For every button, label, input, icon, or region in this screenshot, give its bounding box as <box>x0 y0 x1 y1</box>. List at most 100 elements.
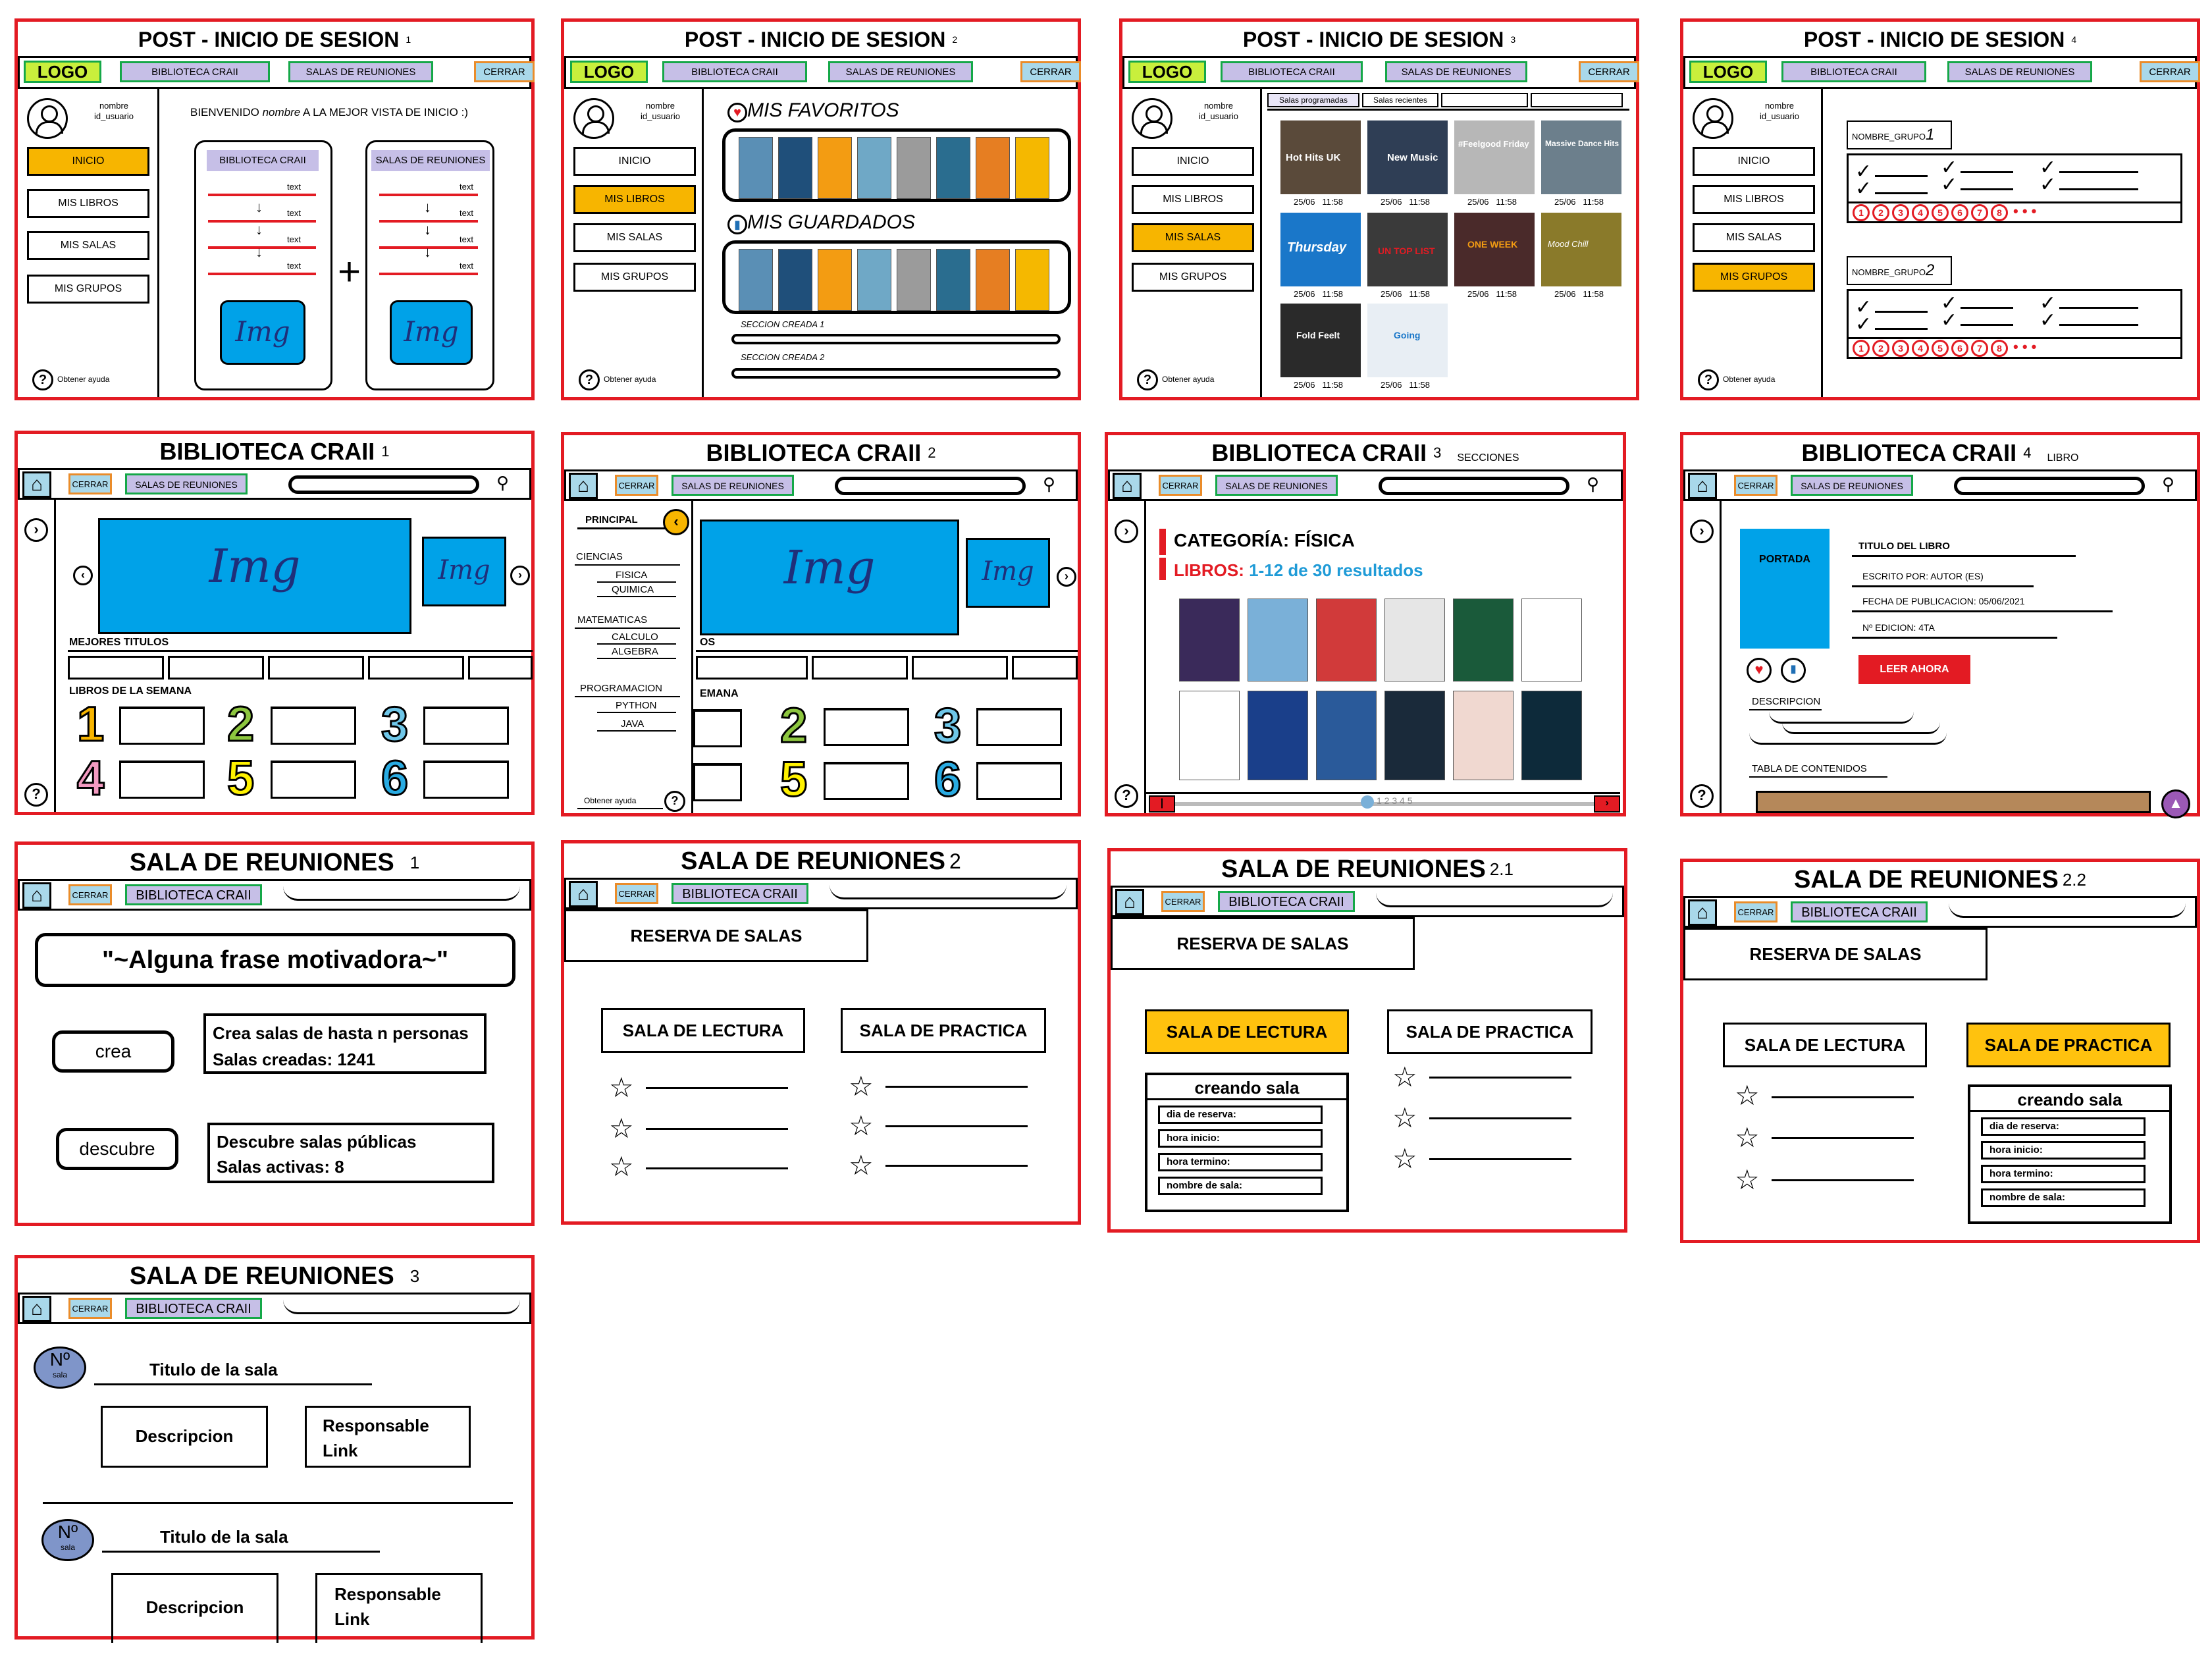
hora-termino-field[interactable]: hora termino: <box>1158 1153 1323 1171</box>
page-number[interactable]: 1 <box>1853 204 1870 221</box>
cerrar-button[interactable]: CERRAR <box>68 884 112 905</box>
menu-mis-grupos[interactable]: MIS GRUPOS <box>1132 263 1254 292</box>
sala-tile[interactable]: ONE WEEK <box>1454 213 1535 286</box>
sala-tile[interactable]: UN TOP LIST <box>1367 213 1448 286</box>
nav-biblioteca-button[interactable]: BIBLIOTECA CRAII <box>125 1298 262 1319</box>
nav-salas-button[interactable]: SALAS DE REUNIONES <box>288 61 433 82</box>
menu-mis-libros[interactable]: MIS LIBROS <box>573 185 696 214</box>
guardados-shelf[interactable] <box>722 240 1071 314</box>
next-image[interactable]: Img <box>422 537 506 606</box>
sala-tile[interactable]: #Feelgood Friday <box>1454 120 1535 194</box>
favoritos-shelf[interactable] <box>722 128 1071 202</box>
star-icon[interactable]: ☆ <box>609 1153 634 1181</box>
page-number[interactable]: 7 <box>1971 340 1988 357</box>
next-page-icon[interactable]: › <box>1594 795 1620 813</box>
menu-mis-salas[interactable]: MIS SALAS <box>27 231 149 260</box>
nombre-sala-field[interactable]: nombre de sala: <box>1981 1188 2146 1207</box>
cat-ciencias[interactable]: CIENCIAS <box>576 551 623 562</box>
scroll-up-icon[interactable]: ▲ <box>2161 789 2190 818</box>
book-cover[interactable] <box>1316 691 1377 780</box>
page-number[interactable]: 5 <box>1932 204 1949 221</box>
cat-matematicas[interactable]: MATEMATICAS <box>577 614 647 626</box>
sala-tile[interactable]: Going <box>1367 304 1448 377</box>
sala-practica-button[interactable]: SALA DE PRACTICA <box>841 1008 1046 1053</box>
tab-3[interactable] <box>1441 93 1528 107</box>
page-number[interactable]: 4 <box>1912 204 1929 221</box>
expand-menu-icon[interactable]: › <box>24 518 48 542</box>
book-cover[interactable] <box>1248 691 1308 780</box>
sala-tile[interactable]: Massive Dance Hits <box>1541 120 1621 194</box>
nav-biblioteca-button[interactable]: BIBLIOTECA CRAII <box>1218 891 1355 912</box>
link-label[interactable]: Link <box>334 1607 481 1632</box>
nav-salas-button[interactable]: SALAS DE REUNIONES <box>1385 61 1527 82</box>
page-number[interactable]: 4 <box>1912 340 1929 357</box>
cat-calculo[interactable]: CALCULO <box>612 631 658 643</box>
book-cover[interactable] <box>1521 691 1582 780</box>
help-link[interactable]: ? Obtener ayuda <box>1137 368 1214 390</box>
nav-salas-button[interactable]: SALAS DE REUNIONES <box>1947 61 2092 82</box>
rank-slot[interactable] <box>976 708 1062 746</box>
menu-mis-salas[interactable]: MIS SALAS <box>1132 223 1254 252</box>
search-icon[interactable]: ⚲ <box>1043 475 1055 493</box>
rank-slot[interactable] <box>976 762 1062 800</box>
book-cover[interactable] <box>1179 691 1240 780</box>
nav-biblioteca-button[interactable]: BIBLIOTECA CRAII <box>1221 61 1363 82</box>
nav-biblioteca-button[interactable]: BIBLIOTECA CRAII <box>1791 901 1928 922</box>
bookmark-icon[interactable]: ▮ <box>1781 658 1806 683</box>
help-icon[interactable]: ? <box>664 791 685 812</box>
search-input[interactable] <box>1954 477 2145 495</box>
banner-image[interactable]: Img <box>700 520 959 635</box>
leer-ahora-button[interactable]: LEER AHORA <box>1858 655 1970 684</box>
menu-mis-grupos[interactable]: MIS GRUPOS <box>27 275 149 304</box>
seccion-2-bar[interactable] <box>731 368 1061 379</box>
star-icon[interactable]: ☆ <box>849 1152 874 1179</box>
home-icon[interactable]: ⌂ <box>22 471 51 498</box>
prev-page-icon[interactable]: | <box>1149 795 1175 813</box>
hora-termino-field[interactable]: hora termino: <box>1981 1165 2146 1183</box>
sala-lectura-button[interactable]: SALA DE LECTURA <box>1145 1009 1349 1054</box>
rank-slot[interactable] <box>119 707 205 745</box>
page-number[interactable]: 5 <box>1932 340 1949 357</box>
home-icon[interactable]: ⌂ <box>569 473 598 499</box>
sala-practica-button[interactable]: SALA DE PRACTICA <box>1966 1023 2171 1067</box>
rank-slot[interactable] <box>693 763 742 801</box>
cat-fisica[interactable]: FISICA <box>616 570 647 581</box>
search-input[interactable] <box>1379 477 1569 495</box>
seccion-1-bar[interactable] <box>731 334 1061 344</box>
title-slot[interactable] <box>268 656 364 680</box>
nav-salas-button[interactable]: SALAS DE REUNIONES <box>1215 475 1338 496</box>
home-icon[interactable]: ⌂ <box>1688 473 1717 499</box>
tab-4[interactable] <box>1531 93 1623 107</box>
search-input[interactable] <box>283 1300 520 1314</box>
menu-inicio[interactable]: INICIO <box>573 147 696 176</box>
title-slot[interactable] <box>368 656 464 680</box>
title-slot[interactable] <box>168 656 264 680</box>
rank-slot[interactable] <box>423 707 509 745</box>
banner-image[interactable]: Img <box>98 518 411 634</box>
star-icon[interactable]: ☆ <box>1392 1104 1417 1132</box>
page-number[interactable]: 7 <box>1971 204 1988 221</box>
menu-mis-libros[interactable]: MIS LIBROS <box>1132 185 1254 214</box>
star-icon[interactable]: ☆ <box>849 1112 874 1140</box>
star-icon[interactable]: ☆ <box>1735 1082 1760 1109</box>
book-cover[interactable] <box>1384 691 1445 780</box>
sala-tile[interactable]: Mood Chill <box>1541 213 1621 286</box>
search-input[interactable] <box>835 477 1026 495</box>
cerrar-button[interactable]: CERRAR <box>1159 475 1202 496</box>
sala-practica-button[interactable]: SALA DE PRACTICA <box>1387 1009 1593 1054</box>
star-icon[interactable]: ☆ <box>849 1073 874 1100</box>
table-of-contents-box[interactable] <box>1756 791 2151 813</box>
salas-card[interactable]: SALAS DE REUNIONES text text text text ↓… <box>365 140 494 390</box>
book-cover[interactable] <box>1384 599 1445 681</box>
cerrar-button[interactable]: CERRAR <box>1579 61 1639 82</box>
search-input[interactable] <box>830 885 1066 899</box>
menu-mis-salas[interactable]: MIS SALAS <box>1693 223 1815 252</box>
star-icon[interactable]: ☆ <box>1392 1145 1417 1173</box>
star-icon[interactable]: ☆ <box>1735 1166 1760 1194</box>
nav-salas-button[interactable]: SALAS DE REUNIONES <box>828 61 973 82</box>
cerrar-button[interactable]: CERRAR <box>68 1298 112 1319</box>
title-slot[interactable] <box>68 656 164 680</box>
search-icon[interactable]: ⚲ <box>496 474 509 491</box>
page-number[interactable]: 2 <box>1872 340 1889 357</box>
cerrar-button[interactable]: CERRAR <box>474 61 535 82</box>
